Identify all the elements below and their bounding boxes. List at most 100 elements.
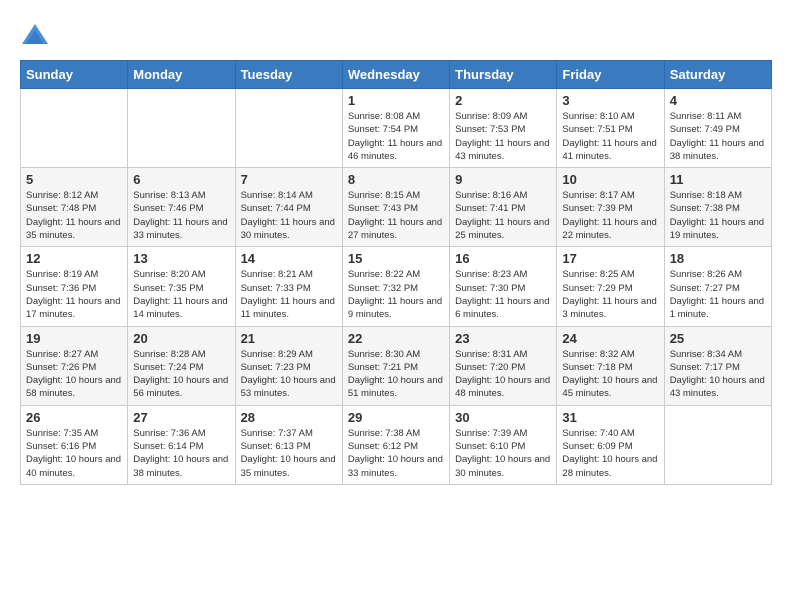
page-header: [20, 20, 772, 50]
day-info: Sunrise: 8:23 AM Sunset: 7:30 PM Dayligh…: [455, 268, 551, 321]
calendar-cell: 17 Sunrise: 8:25 AM Sunset: 7:29 PM Dayli…: [557, 247, 664, 326]
day-number: 24: [562, 331, 658, 346]
day-info: Sunrise: 8:18 AM Sunset: 7:38 PM Dayligh…: [670, 189, 766, 242]
day-number: 18: [670, 251, 766, 266]
day-number: 30: [455, 410, 551, 425]
day-info: Sunrise: 8:11 AM Sunset: 7:49 PM Dayligh…: [670, 110, 766, 163]
day-info: Sunrise: 8:28 AM Sunset: 7:24 PM Dayligh…: [133, 348, 229, 401]
calendar-cell: [235, 89, 342, 168]
calendar-week-row: 5 Sunrise: 8:12 AM Sunset: 7:48 PM Daylig…: [21, 168, 772, 247]
calendar-cell: 11 Sunrise: 8:18 AM Sunset: 7:38 PM Dayli…: [664, 168, 771, 247]
weekday-header-saturday: Saturday: [664, 61, 771, 89]
calendar-cell: 7 Sunrise: 8:14 AM Sunset: 7:44 PM Daylig…: [235, 168, 342, 247]
calendar-cell: 27 Sunrise: 7:36 AM Sunset: 6:14 PM Dayli…: [128, 405, 235, 484]
weekday-header-tuesday: Tuesday: [235, 61, 342, 89]
day-info: Sunrise: 8:34 AM Sunset: 7:17 PM Dayligh…: [670, 348, 766, 401]
day-number: 17: [562, 251, 658, 266]
calendar-cell: 26Sunrise: 7:35 AM Sunset: 6:16 PM Dayli…: [21, 405, 128, 484]
calendar-cell: [664, 405, 771, 484]
day-number: 9: [455, 172, 551, 187]
day-number: 10: [562, 172, 658, 187]
day-info: Sunrise: 8:15 AM Sunset: 7:43 PM Dayligh…: [348, 189, 444, 242]
calendar-cell: 1 Sunrise: 8:08 AM Sunset: 7:54 PM Daylig…: [342, 89, 449, 168]
calendar-cell: 28 Sunrise: 7:37 AM Sunset: 6:13 PM Dayli…: [235, 405, 342, 484]
day-info: Sunrise: 8:22 AM Sunset: 7:32 PM Dayligh…: [348, 268, 444, 321]
day-info: Sunrise: 8:27 AM Sunset: 7:26 PM Dayligh…: [26, 348, 122, 401]
calendar-cell: 8 Sunrise: 8:15 AM Sunset: 7:43 PM Daylig…: [342, 168, 449, 247]
day-number: 31: [562, 410, 658, 425]
day-number: 11: [670, 172, 766, 187]
day-info: Sunrise: 8:29 AM Sunset: 7:23 PM Dayligh…: [241, 348, 337, 401]
weekday-header-thursday: Thursday: [450, 61, 557, 89]
day-number: 25: [670, 331, 766, 346]
day-number: 2: [455, 93, 551, 108]
calendar-cell: 6Sunrise: 8:13 AM Sunset: 7:46 PM Daylig…: [128, 168, 235, 247]
day-number: 7: [241, 172, 337, 187]
day-info: Sunrise: 7:38 AM Sunset: 6:12 PM Dayligh…: [348, 427, 444, 480]
calendar-cell: 3Sunrise: 8:10 AM Sunset: 7:51 PM Daylig…: [557, 89, 664, 168]
calendar-cell: 2Sunrise: 8:09 AM Sunset: 7:53 PM Daylig…: [450, 89, 557, 168]
logo: [20, 20, 54, 50]
day-info: Sunrise: 7:36 AM Sunset: 6:14 PM Dayligh…: [133, 427, 229, 480]
day-number: 13: [133, 251, 229, 266]
calendar-cell: 20 Sunrise: 8:28 AM Sunset: 7:24 PM Dayli…: [128, 326, 235, 405]
day-number: 29: [348, 410, 444, 425]
day-info: Sunrise: 8:19 AM Sunset: 7:36 PM Dayligh…: [26, 268, 122, 321]
calendar-table: SundayMondayTuesdayWednesdayThursdayFrid…: [20, 60, 772, 485]
calendar-cell: 29 Sunrise: 7:38 AM Sunset: 6:12 PM Dayli…: [342, 405, 449, 484]
day-number: 14: [241, 251, 337, 266]
calendar-cell: 30 Sunrise: 7:39 AM Sunset: 6:10 PM Dayli…: [450, 405, 557, 484]
calendar-cell: 24 Sunrise: 8:32 AM Sunset: 7:18 PM Dayli…: [557, 326, 664, 405]
logo-icon: [20, 20, 50, 50]
day-info: Sunrise: 8:08 AM Sunset: 7:54 PM Dayligh…: [348, 110, 444, 163]
day-number: 23: [455, 331, 551, 346]
day-number: 4: [670, 93, 766, 108]
day-info: Sunrise: 8:13 AM Sunset: 7:46 PM Dayligh…: [133, 189, 229, 242]
day-info: Sunrise: 8:25 AM Sunset: 7:29 PM Dayligh…: [562, 268, 658, 321]
day-number: 19: [26, 331, 122, 346]
day-info: Sunrise: 8:32 AM Sunset: 7:18 PM Dayligh…: [562, 348, 658, 401]
calendar-week-row: 1 Sunrise: 8:08 AM Sunset: 7:54 PM Daylig…: [21, 89, 772, 168]
calendar-cell: 13 Sunrise: 8:20 AM Sunset: 7:35 PM Dayli…: [128, 247, 235, 326]
day-number: 8: [348, 172, 444, 187]
calendar-week-row: 26Sunrise: 7:35 AM Sunset: 6:16 PM Dayli…: [21, 405, 772, 484]
calendar-week-row: 12 Sunrise: 8:19 AM Sunset: 7:36 PM Dayli…: [21, 247, 772, 326]
day-number: 12: [26, 251, 122, 266]
calendar-cell: 4 Sunrise: 8:11 AM Sunset: 7:49 PM Daylig…: [664, 89, 771, 168]
calendar-cell: 25 Sunrise: 8:34 AM Sunset: 7:17 PM Dayli…: [664, 326, 771, 405]
weekday-header-sunday: Sunday: [21, 61, 128, 89]
day-info: Sunrise: 7:37 AM Sunset: 6:13 PM Dayligh…: [241, 427, 337, 480]
day-info: Sunrise: 8:14 AM Sunset: 7:44 PM Dayligh…: [241, 189, 337, 242]
day-number: 22: [348, 331, 444, 346]
calendar-cell: 12 Sunrise: 8:19 AM Sunset: 7:36 PM Dayli…: [21, 247, 128, 326]
day-number: 20: [133, 331, 229, 346]
calendar-cell: 10 Sunrise: 8:17 AM Sunset: 7:39 PM Dayli…: [557, 168, 664, 247]
day-number: 21: [241, 331, 337, 346]
day-number: 27: [133, 410, 229, 425]
calendar-cell: [21, 89, 128, 168]
day-info: Sunrise: 8:21 AM Sunset: 7:33 PM Dayligh…: [241, 268, 337, 321]
calendar-cell: 23 Sunrise: 8:31 AM Sunset: 7:20 PM Dayli…: [450, 326, 557, 405]
weekday-header-monday: Monday: [128, 61, 235, 89]
day-info: Sunrise: 7:40 AM Sunset: 6:09 PM Dayligh…: [562, 427, 658, 480]
calendar-cell: 14 Sunrise: 8:21 AM Sunset: 7:33 PM Dayli…: [235, 247, 342, 326]
day-number: 28: [241, 410, 337, 425]
day-info: Sunrise: 8:30 AM Sunset: 7:21 PM Dayligh…: [348, 348, 444, 401]
day-info: Sunrise: 8:20 AM Sunset: 7:35 PM Dayligh…: [133, 268, 229, 321]
day-number: 1: [348, 93, 444, 108]
day-info: Sunrise: 8:17 AM Sunset: 7:39 PM Dayligh…: [562, 189, 658, 242]
day-info: Sunrise: 8:26 AM Sunset: 7:27 PM Dayligh…: [670, 268, 766, 321]
day-info: Sunrise: 7:39 AM Sunset: 6:10 PM Dayligh…: [455, 427, 551, 480]
calendar-cell: 5 Sunrise: 8:12 AM Sunset: 7:48 PM Daylig…: [21, 168, 128, 247]
day-info: Sunrise: 8:31 AM Sunset: 7:20 PM Dayligh…: [455, 348, 551, 401]
calendar-week-row: 19 Sunrise: 8:27 AM Sunset: 7:26 PM Dayli…: [21, 326, 772, 405]
day-info: Sunrise: 8:16 AM Sunset: 7:41 PM Dayligh…: [455, 189, 551, 242]
day-info: Sunrise: 8:12 AM Sunset: 7:48 PM Dayligh…: [26, 189, 122, 242]
day-number: 3: [562, 93, 658, 108]
day-number: 16: [455, 251, 551, 266]
calendar-cell: 19 Sunrise: 8:27 AM Sunset: 7:26 PM Dayli…: [21, 326, 128, 405]
calendar-cell: 21 Sunrise: 8:29 AM Sunset: 7:23 PM Dayli…: [235, 326, 342, 405]
day-number: 5: [26, 172, 122, 187]
day-number: 26: [26, 410, 122, 425]
weekday-header-wednesday: Wednesday: [342, 61, 449, 89]
